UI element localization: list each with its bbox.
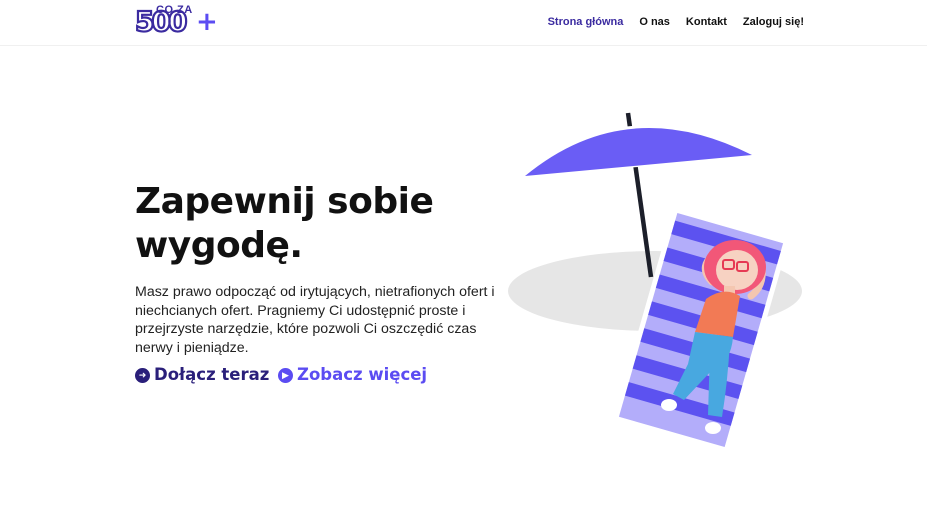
arrow-right-circle-icon: ➜ (135, 367, 150, 383)
nav-item-about[interactable]: O nas (639, 15, 670, 29)
see-more-label: Zobacz więcej (297, 365, 428, 384)
nav-item-contact[interactable]: Kontakt (686, 15, 727, 29)
nav-item-login[interactable]: Zaloguj się! (743, 15, 804, 29)
join-now-label: Dołącz teraz (154, 365, 270, 384)
play-circle-icon: ▶ (278, 367, 293, 383)
nav-item-home[interactable]: Strona główna (548, 15, 624, 29)
site-header: 500 CO ZA + Strona główna O nas Kontakt … (0, 0, 927, 46)
logo-tagline: CO ZA (156, 4, 193, 16)
logo-plus: + (196, 7, 218, 37)
hero-description: Masz prawo odpocząć od irytujących, niet… (135, 284, 495, 356)
main-nav: Strona główna O nas Kontakt Zaloguj się! (548, 15, 804, 29)
hero-title: Zapewnij sobie wygodę. (135, 181, 434, 266)
join-now-button[interactable]: ➜ Dołącz teraz (135, 365, 269, 385)
site-logo[interactable]: 500 CO ZA + (134, 4, 225, 38)
beach-relax-illustration (508, 112, 802, 454)
see-more-button[interactable]: ▶ Zobacz więcej (278, 365, 427, 385)
landing-page: 500 CO ZA + Strona główna O nas Kontakt … (0, 0, 927, 521)
